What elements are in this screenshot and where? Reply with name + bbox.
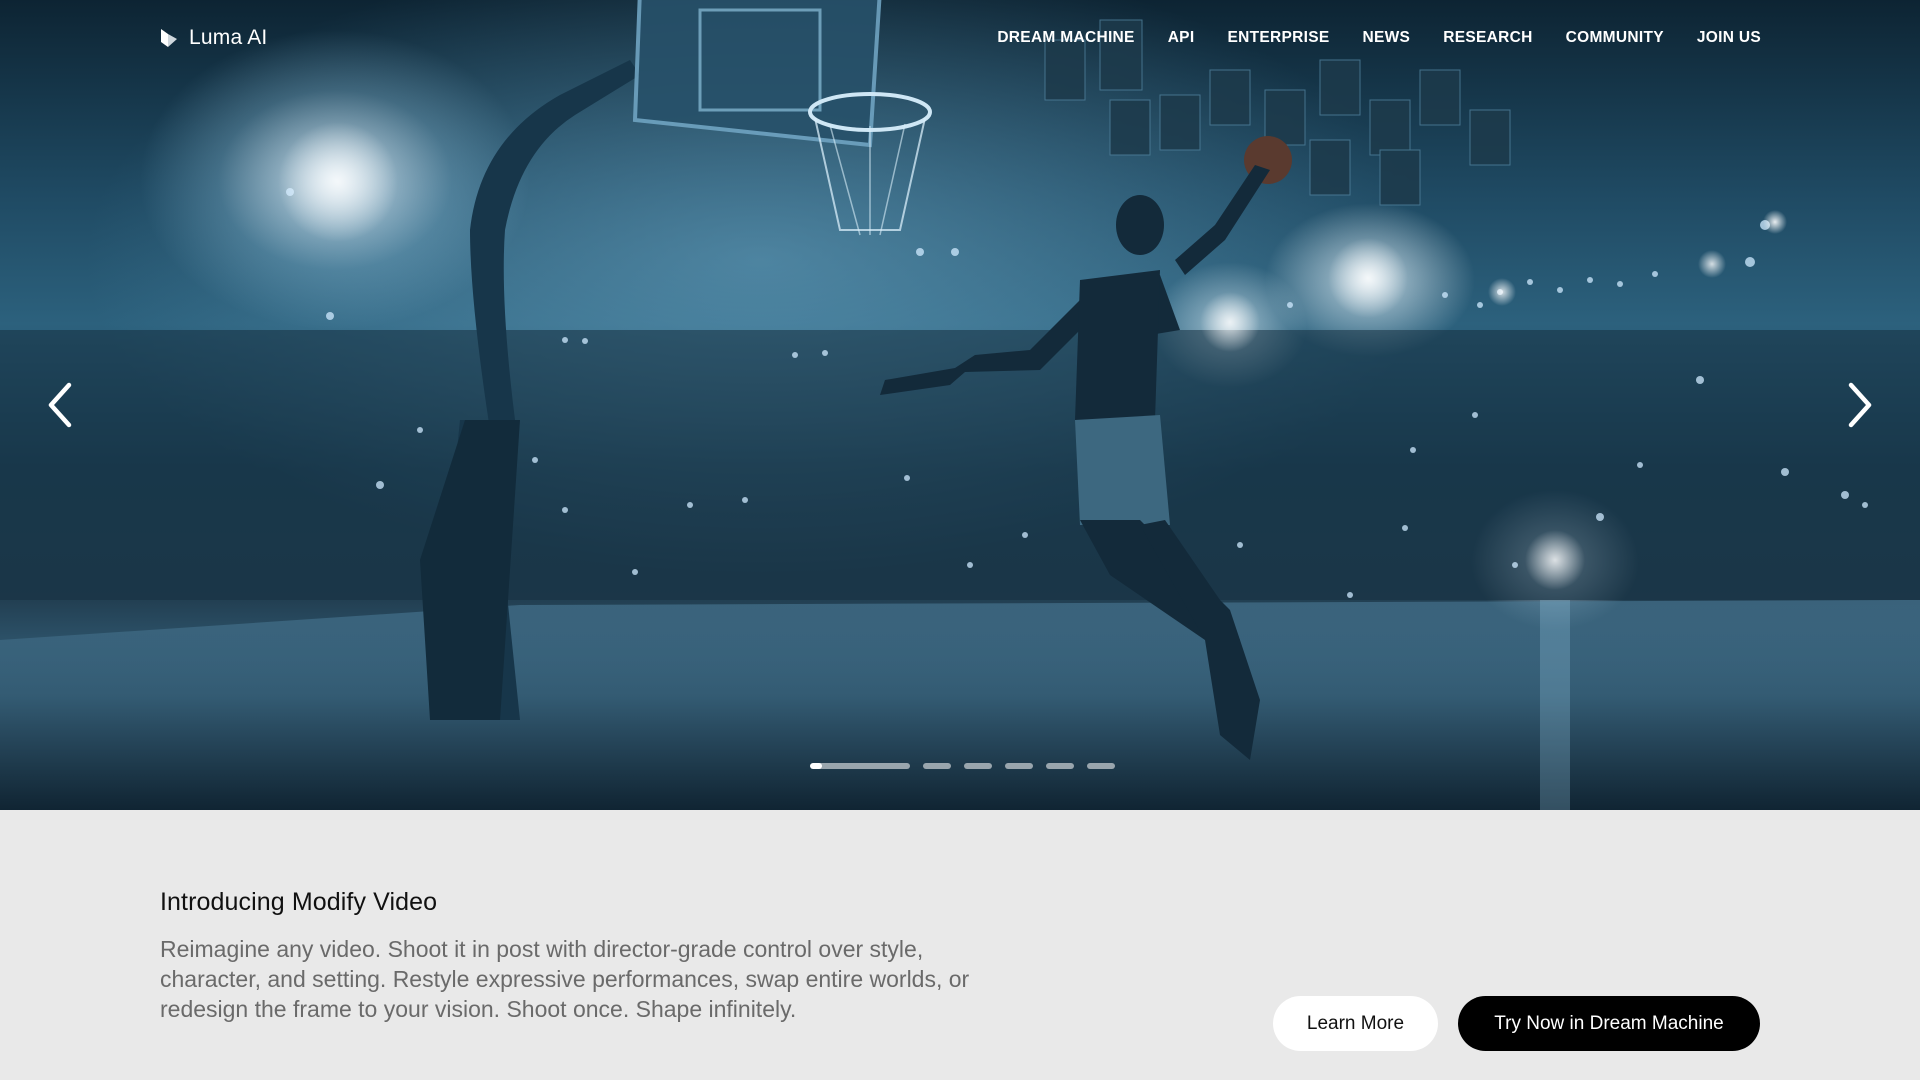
slide-indicator[interactable] xyxy=(964,763,992,769)
slide-indicator[interactable] xyxy=(923,763,951,769)
hero-carousel: Luma AI DREAM MACHINE API ENTERPRISE NEW… xyxy=(0,0,1920,810)
learn-more-button[interactable]: Learn More xyxy=(1273,996,1438,1051)
slide-indicator-active[interactable] xyxy=(810,763,910,769)
slide-progress-fill xyxy=(810,763,822,769)
nav-enterprise[interactable]: ENTERPRISE xyxy=(1227,29,1329,47)
intro-title: Introducing Modify Video xyxy=(160,888,438,916)
slide-indicator[interactable] xyxy=(1005,763,1033,769)
intro-section: Introducing Modify Video Reimagine any v… xyxy=(0,810,1920,1080)
chevron-left-icon xyxy=(48,382,72,428)
try-now-button[interactable]: Try Now in Dream Machine xyxy=(1458,996,1760,1051)
hero-image xyxy=(0,0,1920,810)
carousel-indicators xyxy=(810,763,1115,769)
luma-cube-icon xyxy=(161,29,177,47)
nav-research[interactable]: RESEARCH xyxy=(1443,29,1532,47)
brand-name: Luma AI xyxy=(189,26,268,49)
nav-community[interactable]: COMMUNITY xyxy=(1566,29,1664,47)
nav-join-us[interactable]: JOIN US xyxy=(1697,29,1761,47)
carousel-next-button[interactable] xyxy=(1838,380,1878,430)
intro-description: Reimagine any video. Shoot it in post wi… xyxy=(160,936,970,1022)
brand-logo[interactable]: Luma AI xyxy=(159,26,267,50)
carousel-prev-button[interactable] xyxy=(42,380,82,430)
chevron-right-icon xyxy=(1848,382,1872,428)
nav-news[interactable]: NEWS xyxy=(1363,29,1411,47)
slide-indicator[interactable] xyxy=(1087,763,1115,769)
nav-api[interactable]: API xyxy=(1168,29,1195,47)
top-navigation: DREAM MACHINE API ENTERPRISE NEWS RESEAR… xyxy=(997,29,1761,47)
nav-dream-machine[interactable]: DREAM MACHINE xyxy=(997,29,1134,47)
slide-indicator[interactable] xyxy=(1046,763,1074,769)
